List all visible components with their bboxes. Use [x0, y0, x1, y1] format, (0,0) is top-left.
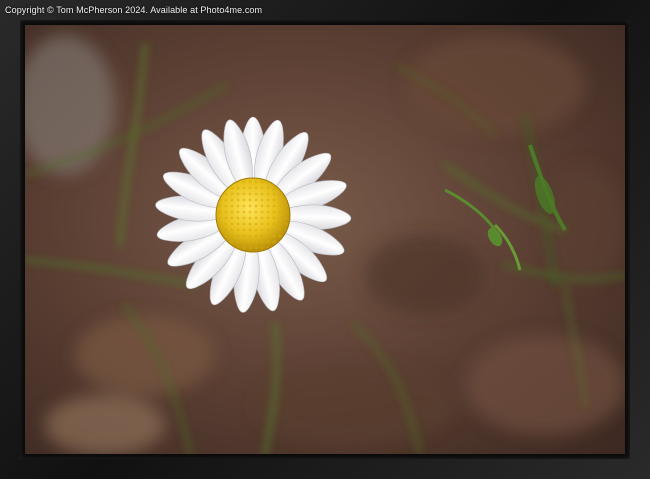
daisy-center	[215, 177, 291, 253]
daisy-photo	[25, 25, 625, 454]
picture-frame: Copyright © Tom McPherson 2024. Availabl…	[0, 0, 650, 479]
daisy-photo-image	[25, 25, 625, 454]
copyright-watermark: Copyright © Tom McPherson 2024. Availabl…	[5, 5, 263, 15]
